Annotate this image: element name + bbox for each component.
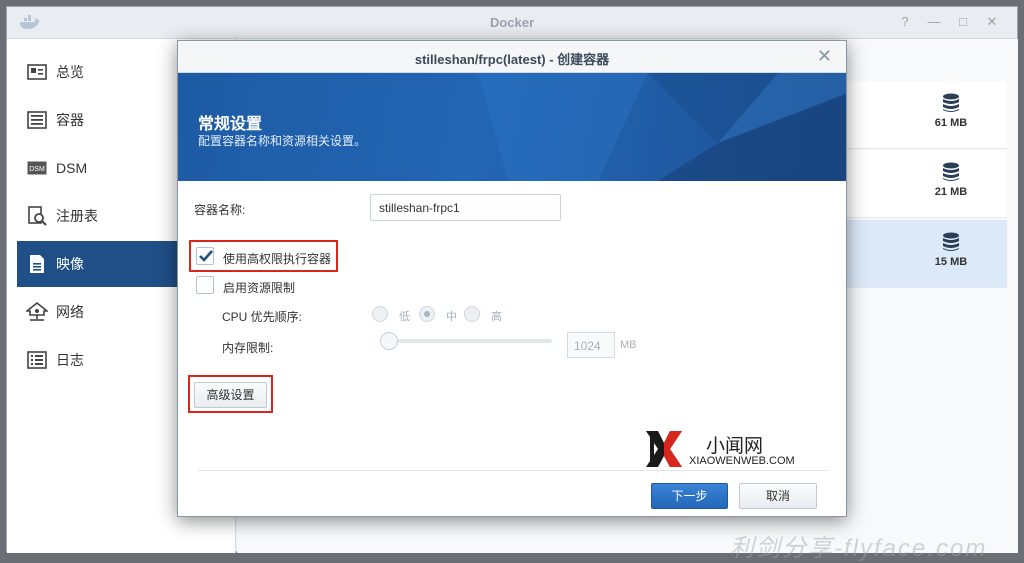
memory-unit: MB — [620, 339, 637, 351]
database-icon — [943, 232, 959, 251]
overview-icon — [26, 61, 48, 83]
footer-divider — [198, 470, 828, 471]
image-size: 61 MB — [921, 93, 981, 129]
banner-subtitle: 配置容器名称和资源相关设置。 — [198, 134, 367, 148]
privileged-label: 使用高权限执行容器 — [223, 252, 332, 266]
svg-text:DSM: DSM — [29, 166, 45, 173]
sidebar-item-label: DSM — [56, 160, 88, 176]
watermark-bottom: 利剑分享-flyface.com — [730, 535, 988, 562]
xiaowen-logo-icon — [646, 431, 682, 467]
cpu-low-radio[interactable] — [372, 306, 388, 322]
dialog-banner: 常规设置 配置容器名称和资源相关设置。 — [178, 73, 846, 181]
memory-limit-input[interactable]: 1024 — [567, 332, 615, 358]
checkmark-icon — [199, 250, 213, 262]
database-icon — [943, 162, 959, 181]
memory-slider-handle[interactable] — [380, 332, 398, 350]
image-size: 21 MB — [921, 162, 981, 198]
sidebar-item-label: 日志 — [56, 352, 84, 368]
help-icon[interactable]: ? — [897, 14, 913, 30]
watermark-site-en: XIAOWENWEB.COM — [689, 455, 795, 467]
privileged-checkbox[interactable] — [196, 247, 214, 265]
database-icon — [943, 93, 959, 112]
resource-limit-label: 启用资源限制 — [223, 281, 296, 295]
close-window-icon[interactable]: ✕ — [984, 14, 1000, 30]
app-titlebar: Docker ? — □ ✕ — [7, 7, 1017, 39]
advanced-settings-button[interactable]: 高级设置 — [194, 382, 267, 408]
network-icon — [26, 301, 48, 323]
dsm-icon: DSM — [26, 157, 48, 179]
sidebar-item-label: 注册表 — [56, 208, 98, 224]
registry-icon — [26, 205, 48, 227]
minimize-icon[interactable]: — — [926, 14, 942, 30]
dialog-title: stilleshan/frpc(latest) - 创建容器 — [414, 52, 610, 67]
sidebar-item-label: 容器 — [56, 112, 84, 128]
sidebar-item-label: 映像 — [56, 256, 84, 272]
watermark-site-cn: 小闻网 — [706, 436, 764, 457]
cancel-button[interactable]: 取消 — [739, 483, 817, 509]
close-icon[interactable]: ✕ — [817, 47, 832, 65]
cpu-medium-radio[interactable] — [419, 306, 435, 322]
dialog-titlebar: stilleshan/frpc(latest) - 创建容器 ✕ — [178, 41, 846, 73]
image-icon — [26, 253, 48, 275]
cpu-high-radio[interactable] — [464, 306, 480, 322]
cpu-priority-label: CPU 优先顺序: — [222, 310, 303, 324]
container-name-input[interactable]: stilleshan-frpc1 — [370, 194, 561, 221]
memory-limit-label: 内存限制: — [222, 341, 274, 355]
cpu-low-label: 低 — [399, 311, 410, 323]
next-button[interactable]: 下一步 — [651, 483, 728, 509]
cpu-high-label: 高 — [491, 311, 502, 323]
container-name-label: 容器名称: — [194, 203, 246, 217]
sidebar-item-label: 网络 — [56, 304, 84, 320]
resource-limit-checkbox[interactable] — [196, 276, 214, 294]
banner-title: 常规设置 — [198, 116, 263, 133]
create-container-dialog: stilleshan/frpc(latest) - 创建容器 ✕ 常规设置 配置… — [177, 40, 847, 517]
app-title: Docker — [489, 15, 535, 30]
cpu-medium-label: 中 — [446, 311, 457, 323]
memory-slider-track[interactable] — [383, 339, 552, 343]
container-icon — [26, 109, 48, 131]
image-size: 15 MB — [921, 232, 981, 268]
sidebar-item-label: 总览 — [56, 64, 84, 80]
log-icon — [26, 349, 48, 371]
banner-pattern — [178, 73, 846, 181]
maximize-icon[interactable]: □ — [955, 14, 971, 30]
